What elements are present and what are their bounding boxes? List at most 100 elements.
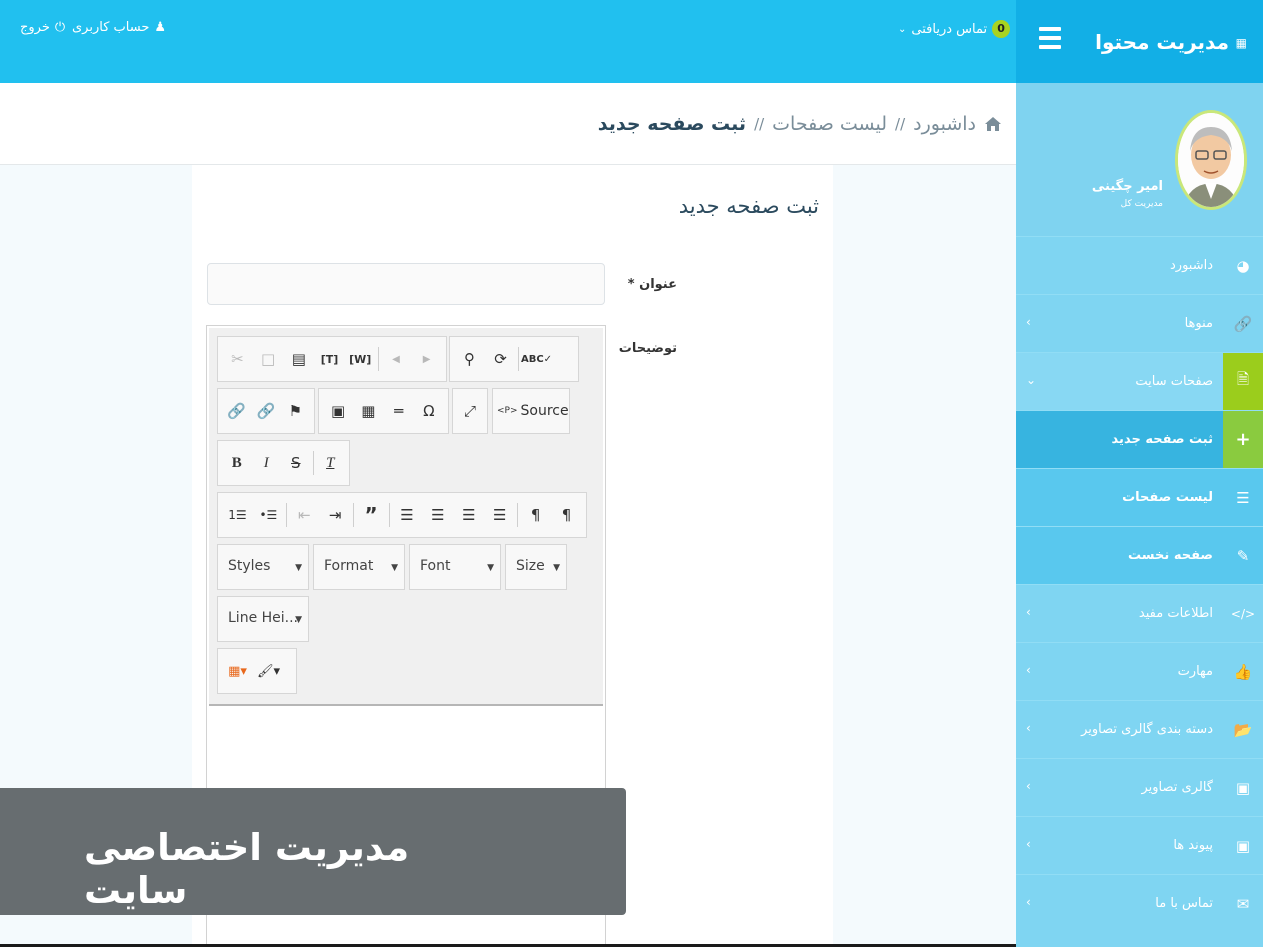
- maximize-icon[interactable]: ⤢: [457, 396, 483, 426]
- sidebar-item-contact[interactable]: ✉ تماس با ما ‹: [1016, 874, 1263, 932]
- plus-icon: +: [1223, 411, 1263, 468]
- paste-text-icon[interactable]: [T]: [314, 344, 345, 374]
- toolbar-separator: [352, 503, 354, 527]
- chevron-left-icon: ‹: [1026, 605, 1031, 619]
- ltr-icon[interactable]: ¶: [520, 500, 551, 530]
- toolbar-separator: [377, 347, 379, 371]
- sidebar-item-useful-info[interactable]: </> اطلاعات مفید ‹: [1016, 584, 1263, 642]
- bulleted-list-icon[interactable]: •☰: [253, 500, 284, 530]
- toolbar-separator: [312, 451, 314, 475]
- sidebar-item-skills[interactable]: 👍 مهارت ‹: [1016, 642, 1263, 700]
- paste-word-icon[interactable]: [W]: [345, 344, 376, 374]
- code-icon: </>: [1230, 606, 1256, 621]
- unlink-icon[interactable]: 🔗: [251, 396, 280, 426]
- image-icon[interactable]: ▣: [323, 396, 353, 426]
- sidebar-item-site-pages[interactable]: 🗎 صفحات سایت ⌄: [1016, 352, 1263, 410]
- size-select[interactable]: Size ▼: [505, 544, 567, 590]
- source-button[interactable]: <P> Source: [492, 388, 570, 434]
- copy-icon[interactable]: □: [253, 344, 284, 374]
- home-icon: [985, 117, 1001, 131]
- source-icon: <P>: [497, 406, 518, 416]
- cut-icon[interactable]: ✂: [222, 344, 253, 374]
- camera-icon: ▣: [1235, 778, 1251, 797]
- link-icon[interactable]: 🔗: [222, 396, 251, 426]
- editor-toolbar: ✂ □ ▤ [T] [W] ◀ ▶ ⚲ ⟳ ABC✓ 🔗 🔗 ⚑ ▣ ▦ ═ Ω…: [209, 328, 603, 706]
- breadcrumb-separator: //: [754, 115, 765, 133]
- italic-icon[interactable]: I: [252, 448, 282, 478]
- toolbar-maximize-group: ⤢: [452, 388, 488, 434]
- chevron-left-icon: ‹: [1026, 837, 1031, 851]
- toolbar-separator: [517, 503, 519, 527]
- breadcrumb: داشبورد // لیست صفحات // ثبت صفحه جدید: [598, 113, 1002, 135]
- sidebar-item-home-page[interactable]: ✎ صفحه نخست: [1016, 526, 1263, 584]
- user-name: امیر چگینی: [1091, 179, 1163, 194]
- menu-toggle-icon[interactable]: [1039, 27, 1061, 49]
- align-right-icon[interactable]: ☰: [453, 500, 484, 530]
- strikethrough-icon[interactable]: S: [281, 448, 311, 478]
- background-color-icon[interactable]: 🖌▾: [253, 656, 284, 686]
- special-char-icon[interactable]: Ω: [414, 396, 444, 426]
- sidebar-item-menus[interactable]: 🔗 منوها ‹: [1016, 294, 1263, 352]
- document-icon: 🗎: [1223, 353, 1263, 410]
- toolbar-colors-group: ▦▾ 🖌▾: [217, 648, 297, 694]
- account-link[interactable]: ♟ حساب کاربری: [72, 20, 166, 35]
- blockquote-icon[interactable]: ”: [356, 500, 387, 530]
- align-center-icon[interactable]: ☰: [422, 500, 453, 530]
- find-icon[interactable]: ⚲: [454, 344, 485, 374]
- toolbar-paragraph-group: 1☰ •☰ ⇤ ⇥ ” ☰ ☰ ☰ ☰ ¶ ¶: [217, 492, 587, 538]
- list-icon: ☰: [1236, 488, 1250, 507]
- numbered-list-icon[interactable]: 1☰: [222, 500, 253, 530]
- rtl-icon[interactable]: ¶: [551, 500, 582, 530]
- avatar[interactable]: [1175, 110, 1247, 210]
- user-profile: امیر چگینی مدیریت کل: [1016, 83, 1263, 236]
- align-left-icon[interactable]: ☰: [392, 500, 423, 530]
- chevron-left-icon: ‹: [1026, 663, 1031, 677]
- sidebar: امیر چگینی مدیریت کل ◕ داشبورد 🔗 منوها ‹…: [1016, 83, 1263, 947]
- sidebar-item-dashboard[interactable]: ◕ داشبورد: [1016, 236, 1263, 294]
- chevron-left-icon: ‹: [1026, 315, 1031, 329]
- replace-icon[interactable]: ⟳: [485, 344, 516, 374]
- chevron-left-icon: ‹: [1026, 779, 1031, 793]
- messages-dropdown[interactable]: 0 تماس دریافتی ⌄: [898, 20, 1011, 38]
- paste-icon[interactable]: ▤: [283, 344, 314, 374]
- format-select[interactable]: Format ▼: [313, 544, 405, 590]
- top-navbar: ⏻ خروج ♟ حساب کاربری 0 تماس دریافتی ⌄: [0, 0, 1016, 83]
- dashboard-mark-icon: ▦: [1235, 36, 1247, 50]
- camera-icon: ▣: [1235, 836, 1251, 855]
- styles-select[interactable]: Styles ▼: [217, 544, 309, 590]
- redo-icon[interactable]: ▶: [411, 344, 442, 374]
- text-color-icon[interactable]: ▦▾: [222, 656, 253, 686]
- breadcrumb-page-list[interactable]: لیست صفحات: [772, 113, 887, 135]
- spellcheck-icon[interactable]: ABC✓: [521, 344, 552, 374]
- outdent-icon[interactable]: ⇤: [289, 500, 320, 530]
- sidebar-item-gallery-categories[interactable]: 📂 دسته بندی گالری تصاویر ‹: [1016, 700, 1263, 758]
- sidebar-item-links[interactable]: ▣ پیوند ها ‹: [1016, 816, 1263, 874]
- horizontal-line-icon[interactable]: ═: [384, 396, 414, 426]
- font-select[interactable]: Font ▼: [409, 544, 501, 590]
- breadcrumb-bar: داشبورد // لیست صفحات // ثبت صفحه جدید: [0, 83, 1016, 165]
- indent-icon[interactable]: ⇥: [320, 500, 351, 530]
- dropdown-arrow-icon: ▼: [391, 563, 398, 573]
- remove-format-icon[interactable]: T: [316, 448, 346, 478]
- sidebar-item-new-page[interactable]: + ثبت صفحه جدید: [1016, 410, 1263, 468]
- chevron-down-icon: ⌄: [898, 23, 907, 35]
- line-height-select[interactable]: Line Hei... ▼: [217, 596, 309, 642]
- bold-icon[interactable]: B: [222, 448, 252, 478]
- sidebar-item-page-list[interactable]: ☰ لیست صفحات: [1016, 468, 1263, 526]
- logout-link[interactable]: ⏻ خروج: [20, 20, 65, 35]
- breadcrumb-home[interactable]: داشبورد: [913, 113, 976, 135]
- dropdown-arrow-icon: ▼: [487, 563, 494, 573]
- anchor-flag-icon[interactable]: ⚑: [281, 396, 310, 426]
- table-icon[interactable]: ▦: [353, 396, 383, 426]
- align-justify-icon[interactable]: ☰: [484, 500, 515, 530]
- dropdown-arrow-icon: ▼: [295, 615, 302, 625]
- undo-icon[interactable]: ◀: [381, 344, 412, 374]
- sidebar-item-gallery[interactable]: ▣ گالری تصاویر ‹: [1016, 758, 1263, 816]
- toolbar-link-group: 🔗 🔗 ⚑: [217, 388, 315, 434]
- toolbar-basic-style-group: B I S T: [217, 440, 350, 486]
- link-icon: 🔗: [1233, 314, 1253, 333]
- power-icon: ⏻: [54, 20, 66, 35]
- title-input[interactable]: [207, 263, 605, 305]
- page-title: ثبت صفحه جدید: [678, 194, 819, 218]
- chevron-left-icon: ‹: [1026, 721, 1031, 735]
